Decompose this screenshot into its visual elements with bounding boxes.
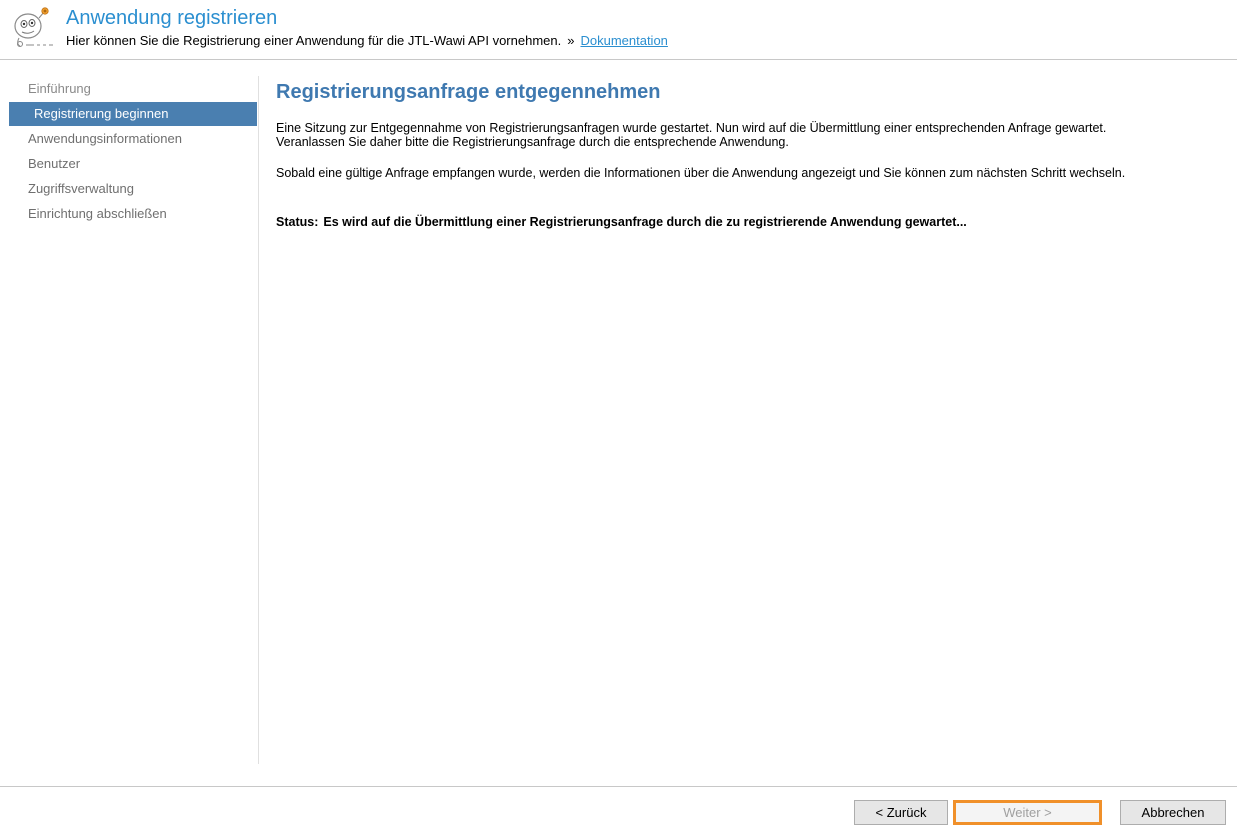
wizard-window: Anwendung registrieren Hier können Sie d… (0, 0, 1237, 832)
sidebar-item-einrichtung-abschliessen[interactable]: Einrichtung abschließen (9, 202, 257, 226)
back-button[interactable]: < Zurück (854, 800, 948, 825)
intro-line-1: Eine Sitzung zur Entgegennahme von Regis… (276, 121, 1107, 135)
header: Anwendung registrieren Hier können Sie d… (0, 0, 1237, 60)
next-button[interactable]: Weiter > (953, 800, 1102, 825)
sidebar-item-registrierung-beginnen[interactable]: Registrierung beginnen (9, 102, 257, 126)
footer-divider (0, 786, 1237, 787)
sidebar-item-einfuehrung[interactable]: Einführung (9, 77, 257, 101)
intro-line-2: Veranlassen Sie daher bitte die Registri… (276, 135, 789, 149)
status-line: Status: Es wird auf die Übermittlung eine… (276, 215, 967, 229)
info-paragraph: Sobald eine gültige Anfrage empfangen wu… (276, 166, 1126, 180)
page-title: Anwendung registrieren (66, 7, 278, 29)
wizard-steps-sidebar: Einführung Registrierung beginnen Anwend… (0, 76, 259, 764)
intro-paragraph: Eine Sitzung zur Entgegennahme von Regis… (276, 121, 1216, 149)
documentation-link[interactable]: Dokumentation (580, 33, 667, 48)
status-text: Es wird auf die Übermittlung einer Regis… (323, 215, 967, 229)
page-subtitle: Hier können Sie die Registrierung einer … (66, 33, 668, 48)
section-title: Registrierungsanfrage entgegennehmen (276, 81, 661, 103)
sidebar-item-zugriffsverwaltung[interactable]: Zugriffsverwaltung (9, 177, 257, 201)
status-label: Status: (276, 215, 319, 229)
cancel-button[interactable]: Abbrechen (1120, 800, 1226, 825)
subtitle-text: Hier können Sie die Registrierung einer … (66, 33, 562, 48)
breadcrumb-separator: » (567, 33, 575, 48)
sidebar-item-benutzer[interactable]: Benutzer (9, 152, 257, 176)
sidebar-item-anwendungsinformationen[interactable]: Anwendungsinformationen (9, 127, 257, 151)
robot-mascot-icon (14, 7, 53, 47)
